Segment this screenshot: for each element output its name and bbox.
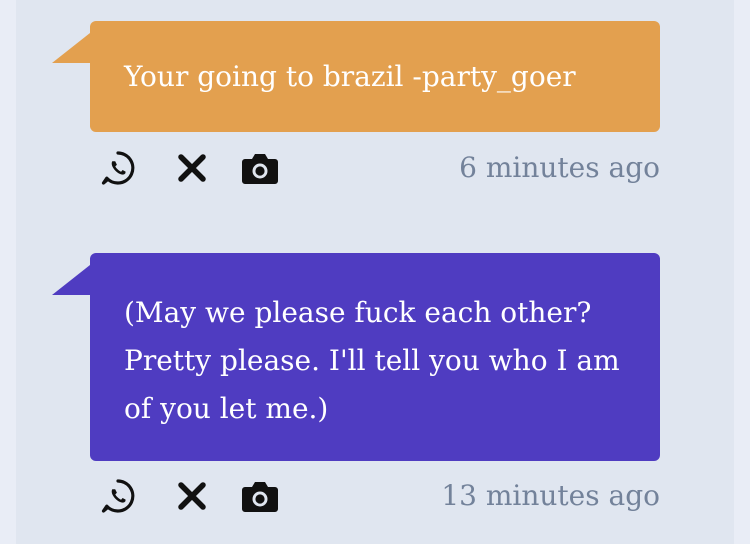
- camera-button[interactable]: [240, 476, 280, 516]
- close-icon: [178, 154, 206, 182]
- camera-icon: [242, 154, 278, 184]
- message-timestamp: 13 minutes ago: [441, 479, 660, 512]
- message-text: (May we please fuck each other? Pretty p…: [124, 296, 620, 425]
- whatsapp-icon: [101, 479, 135, 513]
- close-icon: [178, 482, 206, 510]
- whatsapp-share-button[interactable]: [98, 476, 138, 516]
- message-actions: 6 minutes ago: [98, 148, 660, 188]
- dismiss-button[interactable]: [172, 148, 212, 188]
- message-bubble: (May we please fuck each other? Pretty p…: [90, 253, 660, 461]
- message-bubble: Your going to brazil -party_goer: [90, 21, 660, 132]
- message-bubble-tail: [52, 33, 90, 63]
- message-timestamp: 6 minutes ago: [459, 151, 660, 184]
- dismiss-button[interactable]: [172, 476, 212, 516]
- camera-icon: [242, 482, 278, 512]
- message-bubble-tail: [52, 265, 90, 295]
- message-actions: 13 minutes ago: [98, 476, 660, 516]
- whatsapp-share-button[interactable]: [98, 148, 138, 188]
- camera-button[interactable]: [240, 148, 280, 188]
- whatsapp-icon: [101, 151, 135, 185]
- message-text: Your going to brazil -party_goer: [124, 60, 576, 93]
